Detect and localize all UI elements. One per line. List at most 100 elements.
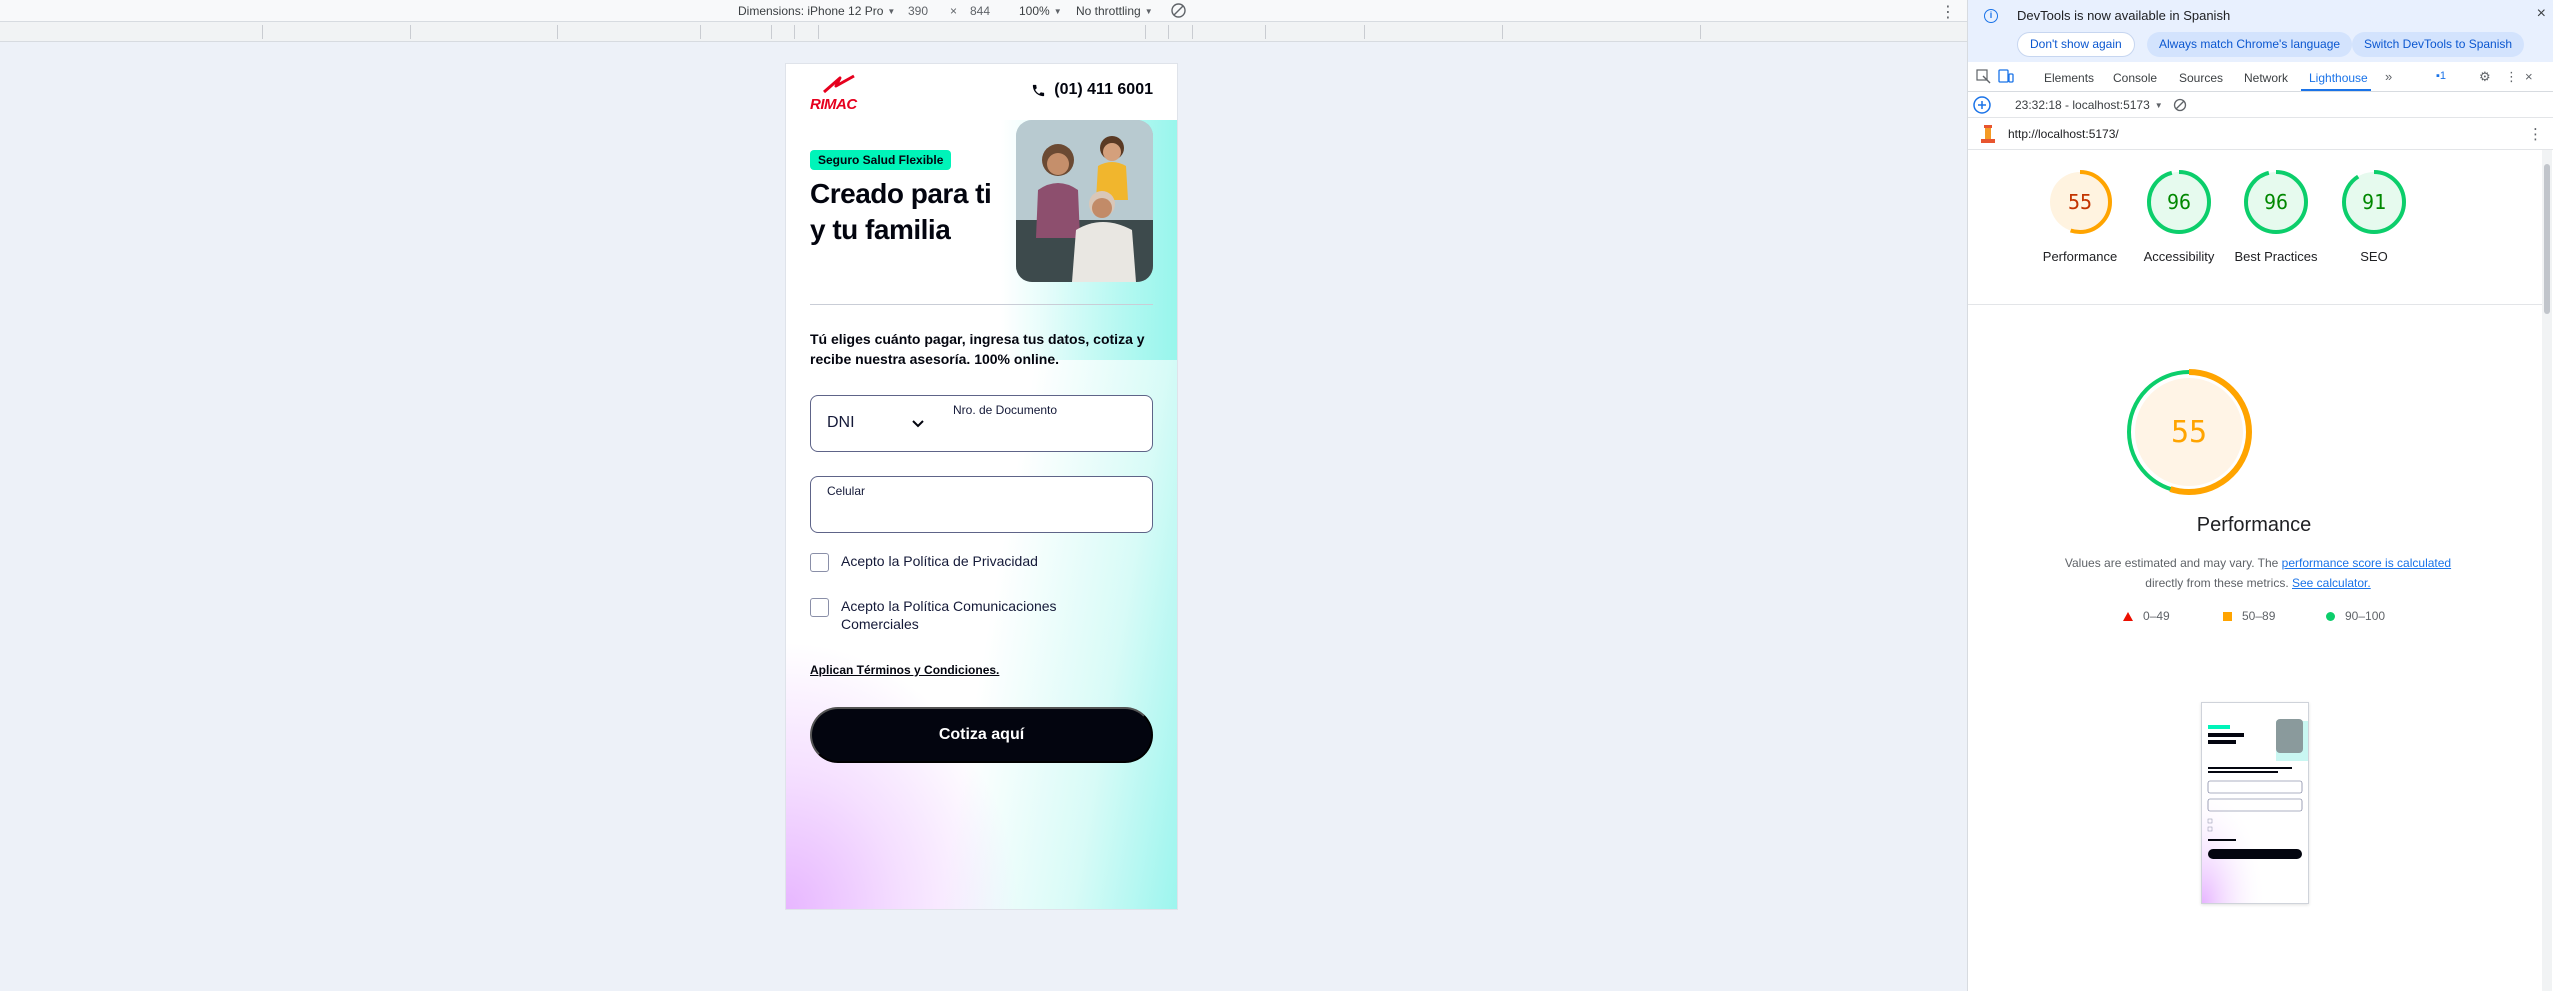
score-value: 96: [2264, 190, 2288, 214]
pass-circle-icon: [2326, 611, 2335, 621]
new-report-icon[interactable]: [1972, 95, 1992, 115]
performance-note: Values are estimated and may vary. The p…: [2008, 553, 2508, 593]
score-value: 91: [2362, 190, 2386, 214]
final-screenshot-thumbnail: [2201, 702, 2309, 904]
lighthouse-logo-icon: [1981, 125, 1995, 143]
settings-gear-icon[interactable]: ⚙: [2479, 69, 2491, 85]
always-match-language-button[interactable]: Always match Chrome's language: [2147, 32, 2353, 57]
tab-elements[interactable]: Elements: [2044, 71, 2094, 85]
score-gauge-performance[interactable]: 55 Performance: [2032, 168, 2128, 266]
ruler-tick: [1700, 25, 1701, 39]
document-type-value: DNI: [827, 414, 855, 431]
more-options-icon[interactable]: ⋮: [1940, 2, 1956, 22]
height-input[interactable]: 844: [970, 4, 990, 18]
fail-triangle-icon: [2123, 611, 2133, 621]
rotate-icon[interactable]: [1170, 2, 1187, 19]
scrollbar-thumb[interactable]: [2544, 164, 2550, 314]
chevron-down-icon: [912, 420, 924, 428]
scrollbar[interactable]: [2542, 150, 2552, 991]
phone-input[interactable]: [827, 502, 1137, 526]
ruler-tick: [1502, 25, 1503, 39]
zoom-label: 100%: [1019, 4, 1050, 18]
info-icon: i: [1984, 9, 1998, 23]
tab-network[interactable]: Network: [2244, 71, 2288, 85]
ruler-tick: [700, 25, 701, 39]
caret-down-icon: ▼: [1053, 6, 1062, 16]
language-infobar: i DevTools is now available in Spanish ×…: [1968, 0, 2553, 62]
average-square-icon: [2223, 611, 2232, 621]
score-gauge-accessibility[interactable]: 96 Accessibility: [2131, 168, 2227, 266]
device-selector[interactable]: Dimensions: iPhone 12 Pro ▼: [738, 4, 895, 18]
tab-sources[interactable]: Sources: [2179, 71, 2223, 85]
comms-checkbox[interactable]: [810, 598, 829, 617]
clear-icon[interactable]: [2173, 98, 2187, 112]
times-sign: ×: [950, 4, 958, 18]
site-header: RIMAC (01) 411 6001: [786, 64, 1177, 120]
note-text-a: Values are estimated and may vary. The: [2064, 556, 2282, 570]
gauges-divider: [1968, 304, 2542, 305]
legend-fail-range: 0–49: [2143, 609, 2170, 623]
terms-link[interactable]: Aplican Términos y Condiciones.: [810, 663, 999, 677]
rimac-logo[interactable]: RIMAC: [810, 74, 876, 113]
tab-console[interactable]: Console: [2113, 71, 2157, 85]
tab-lighthouse[interactable]: Lighthouse: [2309, 71, 2368, 85]
document-field: DNI Nro. de Documento: [810, 395, 1153, 452]
score-gauge-best-practices[interactable]: 96 Best Practices: [2228, 168, 2324, 266]
score-calculated-link[interactable]: performance score is calculated: [2282, 556, 2451, 570]
document-number-input[interactable]: [953, 421, 1143, 445]
dont-show-again-button[interactable]: Don't show again: [2017, 32, 2135, 57]
ruler-tick: [1192, 25, 1193, 39]
zoom-selector[interactable]: 100% ▼: [1019, 4, 1062, 18]
more-options-icon[interactable]: ⋮: [2505, 69, 2518, 85]
device-toggle-icon[interactable]: [1998, 69, 2014, 84]
score-gauge-seo[interactable]: 91 SEO: [2326, 168, 2422, 266]
more-tabs-icon[interactable]: »: [2385, 69, 2392, 84]
report-menu-icon[interactable]: ⋮: [2528, 125, 2543, 143]
caret-down-icon: ▼: [887, 6, 896, 16]
inspect-element-icon[interactable]: [1976, 69, 1991, 84]
lighthouse-toolbar: 23:32:18 - localhost:5173 ▼: [1968, 92, 2553, 118]
issues-badge[interactable]: ▪1: [2436, 70, 2446, 82]
issues-count: 1: [2439, 70, 2447, 82]
logo-mark-icon: [823, 74, 855, 94]
score-value: 96: [2167, 190, 2191, 214]
see-calculator-link[interactable]: See calculator.: [2292, 576, 2371, 590]
score-label: SEO: [2360, 249, 2388, 264]
caret-down-icon: ▼: [1144, 6, 1153, 16]
privacy-checkbox[interactable]: [810, 553, 829, 572]
ruler-tick: [771, 25, 772, 39]
ruler-tick: [1364, 25, 1365, 39]
phone-icon: [1033, 84, 1045, 96]
switch-to-spanish-button[interactable]: Switch DevTools to Spanish: [2352, 32, 2525, 57]
ruler-tick: [818, 25, 819, 39]
performance-title: Performance: [2196, 514, 2312, 536]
legend-average: 50–89: [2223, 609, 2275, 623]
caret-down-icon: ▼: [2154, 100, 2163, 110]
throttling-selector[interactable]: No throttling ▼: [1076, 4, 1153, 18]
score-ring: 96: [2244, 170, 2308, 234]
comms-label: Acepto la Política Comunicaciones Comerc…: [841, 598, 1057, 632]
score-label: Accessibility: [2143, 249, 2215, 264]
media-query-ruler: [0, 22, 1967, 42]
family-photo: [1016, 120, 1153, 282]
close-devtools-icon[interactable]: ×: [2525, 69, 2533, 84]
quote-button[interactable]: Cotiza aquí: [810, 707, 1153, 763]
close-icon[interactable]: ×: [2537, 5, 2546, 23]
report-url: http://localhost:5173/: [2008, 127, 2119, 141]
score-ring: 55: [2048, 170, 2112, 234]
phone-link[interactable]: (01) 411 6001: [1031, 81, 1153, 99]
hero-title: Creado para ti y tu familia: [810, 178, 992, 245]
throttling-label: No throttling: [1076, 4, 1141, 18]
legend-pass: 90–100: [2326, 609, 2385, 623]
legend-pass-range: 90–100: [2345, 609, 2386, 623]
ruler-tick: [1145, 25, 1146, 39]
score-value: 55: [2068, 190, 2092, 214]
width-input[interactable]: 390: [908, 4, 928, 18]
report-selector[interactable]: 23:32:18 - localhost:5173 ▼: [2015, 98, 2163, 112]
score-ring: 91: [2342, 170, 2406, 234]
ruler-tick: [794, 25, 795, 39]
devtools-panel: i DevTools is now available in Spanish ×…: [1967, 0, 2553, 991]
comms-checkbox-row[interactable]: Acepto la Política Comunicaciones Comerc…: [810, 597, 1081, 633]
privacy-checkbox-row[interactable]: Acepto la Política de Privacidad: [810, 552, 1038, 572]
legend-average-range: 50–89: [2242, 609, 2276, 623]
